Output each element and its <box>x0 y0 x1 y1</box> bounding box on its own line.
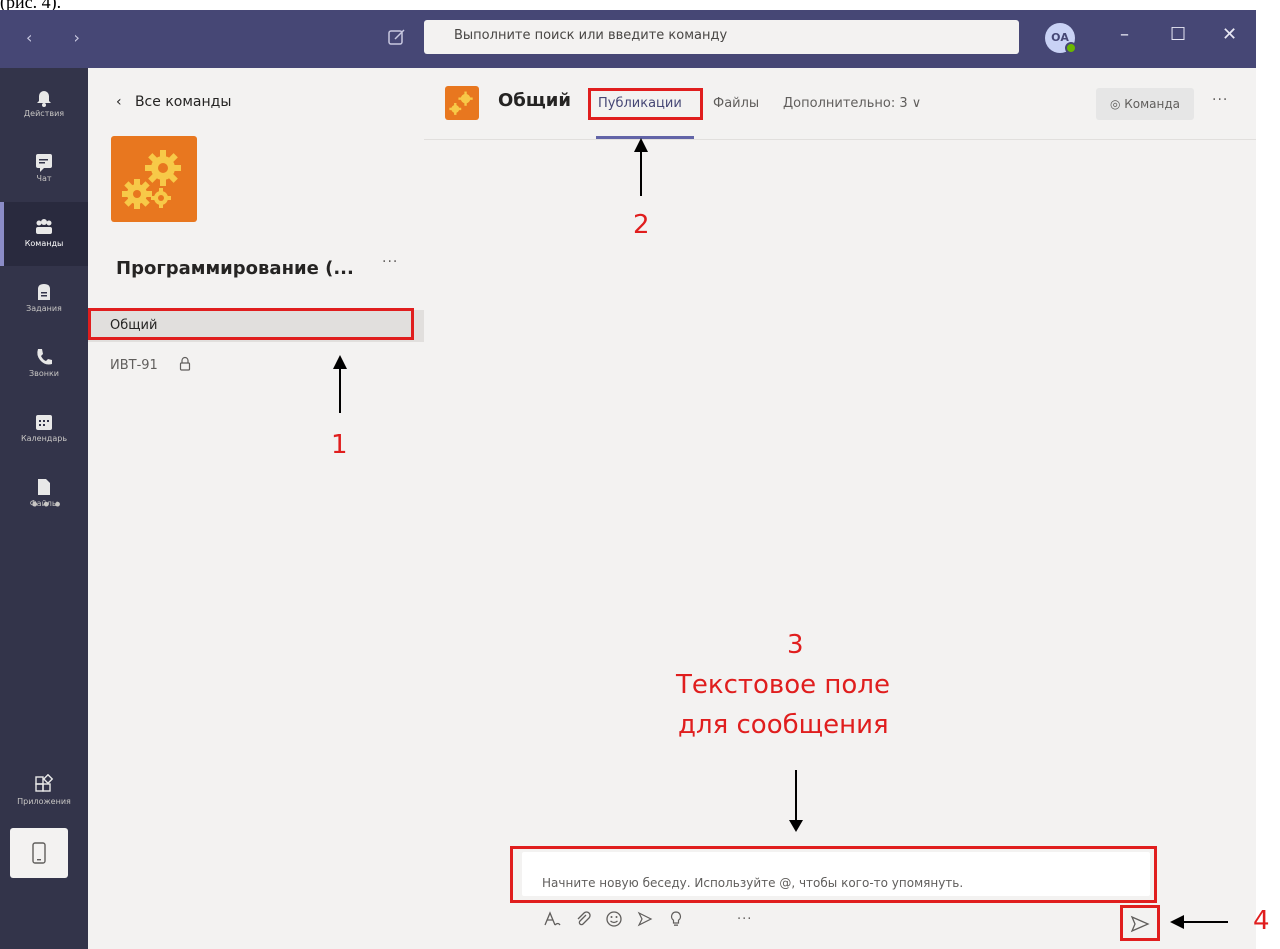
chat-icon <box>36 154 52 172</box>
team-button[interactable]: ◎ Команда <box>1096 88 1194 120</box>
attach-icon[interactable] <box>574 910 592 928</box>
annotation-arrow-1 <box>333 355 347 413</box>
gears-icon <box>449 91 473 115</box>
rail-item-files[interactable]: Файлы <box>0 462 88 526</box>
assignments-icon <box>38 284 50 300</box>
rail-item-chat[interactable]: Чат <box>0 137 88 201</box>
compose-icon[interactable] <box>386 26 408 48</box>
annotation-arrow-2 <box>634 138 648 196</box>
tab-files[interactable]: Файлы <box>713 96 759 111</box>
header-more-button[interactable]: ··· <box>1212 92 1228 108</box>
rail-label: Приложения <box>17 797 71 806</box>
annotation-label-1: 1 <box>331 430 348 460</box>
team-logo <box>111 136 197 222</box>
rail-item-calendar[interactable]: Календарь <box>0 397 88 461</box>
phone-icon <box>37 349 52 365</box>
rail-label: Чат <box>36 174 52 183</box>
team-more-button[interactable]: ··· <box>382 254 398 270</box>
presence-dot <box>1065 42 1077 54</box>
format-toolbar <box>543 908 693 938</box>
title-bar: ‹ › Выполните поиск или введите команду … <box>0 10 1256 68</box>
annotation-arrow-3 <box>789 770 803 832</box>
annotation-label-3: 3 <box>787 630 804 660</box>
annotation-label-3-line2: для сообщения <box>678 710 889 740</box>
annotation-label-4: 4 <box>1253 906 1270 936</box>
phone-device-icon <box>32 842 46 864</box>
meet-now-icon[interactable] <box>636 910 654 928</box>
bell-icon <box>37 91 51 107</box>
search-placeholder: Выполните поиск или введите команду <box>454 28 728 43</box>
close-button[interactable]: ✕ <box>1222 24 1237 45</box>
lock-icon <box>179 356 191 371</box>
gears-icon <box>122 150 181 209</box>
annotation-label-3-line1: Текстовое поле <box>676 670 890 700</box>
rail-item-assignments[interactable]: Задания <box>0 267 88 331</box>
praise-icon[interactable] <box>667 910 685 928</box>
annotation-box-channel <box>88 308 414 340</box>
emoji-icon[interactable] <box>605 910 623 928</box>
minimize-button[interactable]: – <box>1120 24 1129 45</box>
channel-title: Общий <box>498 90 571 111</box>
main-content <box>424 68 1256 949</box>
maximize-button[interactable]: ☐ <box>1170 24 1186 45</box>
rail-label: Действия <box>23 109 65 118</box>
calendar-icon <box>36 415 52 430</box>
rail-item-activity[interactable]: Действия <box>0 72 88 136</box>
search-input[interactable]: Выполните поиск или введите команду <box>424 20 1019 54</box>
rail-label: Календарь <box>20 434 68 443</box>
annotation-arrow-4 <box>1170 915 1228 929</box>
device-button[interactable] <box>10 828 68 878</box>
channel-team-logo <box>445 86 479 120</box>
tab-more[interactable]: Дополнительно: 3 ∨ <box>783 96 921 111</box>
annotation-label-2: 2 <box>633 210 650 240</box>
rail-item-apps[interactable]: Приложения <box>0 760 88 824</box>
rail-label: Звонки <box>29 369 59 378</box>
rail-item-calls[interactable]: Звонки <box>0 332 88 396</box>
all-teams-label: Все команды <box>134 94 232 110</box>
rail-item-teams[interactable]: Команды <box>0 202 88 266</box>
all-teams-link[interactable]: ‹ Все команды <box>116 94 231 110</box>
teams-icon <box>36 219 52 234</box>
team-name: Программирование (... <box>116 258 354 279</box>
channel-ivt91[interactable]: ИВТ-91 <box>110 358 158 373</box>
rail-label: Команды <box>24 239 64 248</box>
annotation-box-message-field <box>510 846 1157 903</box>
nav-arrows[interactable]: ‹ › <box>26 28 98 47</box>
annotation-box-posts-tab <box>588 88 703 120</box>
format-icon[interactable] <box>543 910 561 928</box>
rail-more-button[interactable]: ••• <box>30 495 64 514</box>
compose-more-button[interactable]: ··· <box>737 912 752 927</box>
rail-label: Задания <box>26 304 62 313</box>
apps-icon <box>35 774 54 792</box>
annotation-box-send <box>1120 905 1160 941</box>
